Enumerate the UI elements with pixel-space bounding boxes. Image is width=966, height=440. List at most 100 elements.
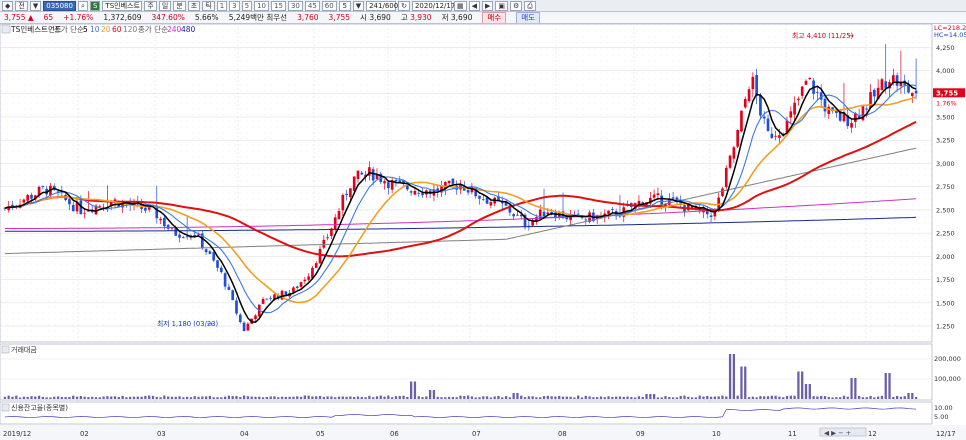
candle-body bbox=[406, 185, 409, 190]
market-select[interactable]: 전 bbox=[15, 0, 28, 11]
volume-bar bbox=[550, 396, 553, 399]
candle-body bbox=[705, 211, 709, 215]
arrow-right-icon: → bbox=[207, 320, 213, 328]
volume-bar bbox=[607, 396, 610, 399]
mode-week[interactable]: 주 bbox=[144, 0, 157, 11]
panel-menu-icon[interactable] bbox=[1, 24, 11, 34]
volume-bar bbox=[914, 396, 918, 399]
gear-icon[interactable]: ⚙ bbox=[510, 0, 523, 11]
volume-bar bbox=[125, 397, 128, 399]
volume-bar bbox=[91, 396, 94, 399]
candle-body bbox=[421, 193, 424, 196]
calendar-icon[interactable]: ▦ bbox=[453, 0, 467, 11]
mode-minute[interactable]: 분 bbox=[173, 0, 186, 11]
candle-body bbox=[660, 195, 664, 205]
candle-body bbox=[87, 210, 90, 212]
volume-bar bbox=[823, 396, 827, 399]
volume-bar bbox=[432, 390, 436, 399]
candle-body bbox=[827, 106, 831, 115]
volume-bar bbox=[341, 396, 344, 399]
ma10-legend: 10 bbox=[90, 25, 100, 34]
candle-body bbox=[166, 224, 170, 229]
chevron-down-icon[interactable]: ▼ bbox=[352, 0, 365, 11]
volume-bar bbox=[892, 396, 895, 399]
period-selected[interactable]: 5 bbox=[338, 0, 351, 11]
next-icon[interactable]: ▶ bbox=[481, 0, 494, 11]
volume-bar bbox=[569, 396, 572, 399]
ma-label: 종가 단순 bbox=[54, 24, 84, 34]
prev-icon[interactable]: ◀ bbox=[468, 0, 480, 11]
volume-bar bbox=[850, 378, 853, 399]
volume-bar bbox=[615, 396, 618, 399]
volume-bar bbox=[208, 395, 212, 399]
data-count-field[interactable]: 241/600 bbox=[366, 0, 398, 11]
date-field[interactable]: 2020/12/17 bbox=[411, 0, 455, 11]
chevron-down-icon[interactable]: ▼ bbox=[29, 0, 42, 11]
volume-bar bbox=[797, 371, 800, 399]
candle-body bbox=[709, 215, 713, 217]
buy-button[interactable]: 매수 bbox=[482, 12, 507, 23]
period-60[interactable]: 60 bbox=[321, 0, 337, 11]
volume-bar bbox=[368, 395, 371, 399]
volume-bar bbox=[250, 396, 253, 399]
volume-bar bbox=[493, 396, 496, 399]
volume-bar bbox=[899, 396, 903, 399]
zoom-controls-icon[interactable]: ◀ ▶ − + bbox=[824, 429, 851, 437]
mode-second[interactable]: 초 bbox=[187, 0, 201, 11]
period-5[interactable]: 5 bbox=[241, 0, 253, 11]
volume-bar bbox=[873, 397, 876, 399]
volume-panel[interactable]: 거래대금 200,000 100,000 bbox=[0, 343, 961, 401]
volume-bar bbox=[459, 395, 462, 399]
stock-chart-icon[interactable]: S bbox=[89, 0, 101, 11]
period-15[interactable]: 15 bbox=[271, 0, 286, 11]
volume-bar bbox=[18, 397, 22, 399]
stock-code-input[interactable]: 035080 bbox=[43, 0, 76, 11]
period-10[interactable]: 10 bbox=[254, 0, 270, 11]
panel-menu-icon[interactable] bbox=[1, 345, 10, 354]
period-1[interactable]: 1 bbox=[216, 0, 228, 11]
volume-bar bbox=[694, 397, 698, 399]
period-3[interactable]: 3 bbox=[229, 0, 240, 11]
hc-label: HC=14.05 bbox=[934, 31, 966, 39]
mode-tick[interactable]: 틱 bbox=[202, 0, 215, 11]
volume-panel-frame bbox=[0, 343, 933, 401]
volume-bar bbox=[603, 397, 606, 399]
candle-body bbox=[762, 116, 766, 119]
mode-day[interactable]: 일 bbox=[158, 0, 172, 11]
candle-body bbox=[850, 123, 853, 128]
refresh-icon[interactable]: ↻ bbox=[398, 0, 410, 11]
search-icon[interactable]: ⌕ bbox=[77, 0, 88, 11]
volume-bar bbox=[53, 396, 56, 399]
candle-body bbox=[345, 193, 348, 196]
layout-icon[interactable]: ▣ bbox=[495, 0, 508, 11]
volume-bar bbox=[277, 397, 280, 399]
volume-bar bbox=[140, 396, 143, 399]
x-axis-label: 05 bbox=[316, 430, 325, 438]
volume-bar bbox=[406, 396, 409, 399]
volume-bar bbox=[561, 396, 565, 399]
stock-chart[interactable]: TS인베스트먼트 종가 단순 5 10 20 60 120 종가 단순 240 … bbox=[0, 24, 966, 440]
x-axis-label: 11 bbox=[788, 430, 797, 438]
candle-body bbox=[204, 249, 208, 253]
period-30[interactable]: 30 bbox=[287, 0, 303, 11]
volume-bar bbox=[747, 397, 751, 399]
sell-button[interactable]: 매도 bbox=[516, 12, 540, 23]
panel-menu-icon[interactable] bbox=[1, 403, 10, 412]
lock-icon[interactable]: ◆ bbox=[2, 0, 14, 11]
ma120-legend: 120 bbox=[123, 25, 138, 34]
volume-bar bbox=[303, 395, 306, 399]
candle-body bbox=[611, 209, 614, 210]
price-tick: 2,750 bbox=[936, 183, 955, 191]
credit-panel[interactable]: 신용잔고율(종목별) 10.00 5.00 bbox=[0, 401, 953, 425]
print-icon[interactable]: ⎙ bbox=[524, 0, 536, 11]
volume-bar bbox=[713, 396, 717, 399]
candle-body bbox=[759, 94, 762, 116]
volume-bar bbox=[410, 381, 413, 399]
volume-tick-200000: 200,000 bbox=[934, 355, 961, 363]
current-pct-tag: 1.76% bbox=[936, 99, 957, 107]
candle-body bbox=[542, 211, 546, 217]
volume-bar bbox=[45, 397, 48, 399]
volume-bar bbox=[34, 396, 37, 399]
trade-value: 5,249백만 최우선 bbox=[228, 13, 288, 22]
period-45[interactable]: 45 bbox=[304, 0, 320, 11]
